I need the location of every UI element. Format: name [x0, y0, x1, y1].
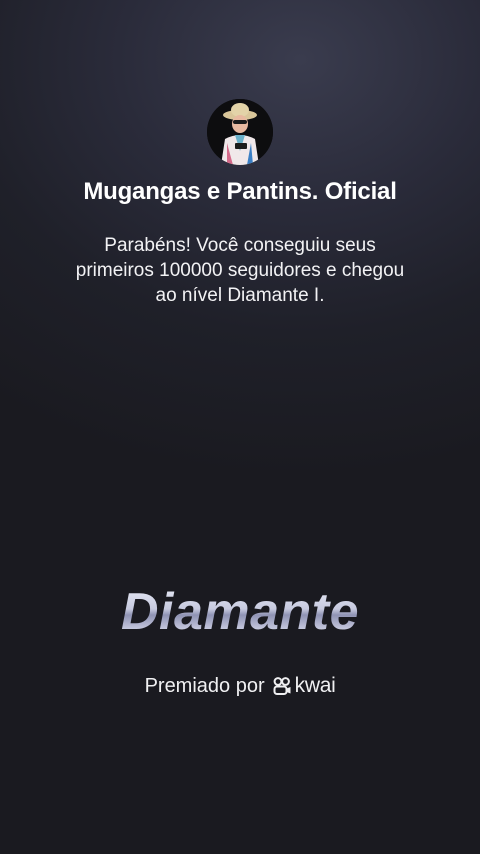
kwai-logo-icon [273, 677, 291, 695]
level-title: Diamante [0, 582, 480, 642]
awarded-by: Premiado por kwai [0, 674, 480, 698]
achievement-message: Parabéns! Você conseguiu seus primeiros … [75, 235, 405, 306]
kwai-logo: kwai [272, 674, 336, 698]
profile-name: Mugangas e Pantins. Oficial [83, 178, 397, 205]
kwai-brand: kwai [294, 674, 336, 697]
avatar[interactable] [207, 99, 273, 165]
avatar-photo-icon [207, 99, 273, 165]
awarded-by-label: Premiado por [144, 674, 265, 697]
